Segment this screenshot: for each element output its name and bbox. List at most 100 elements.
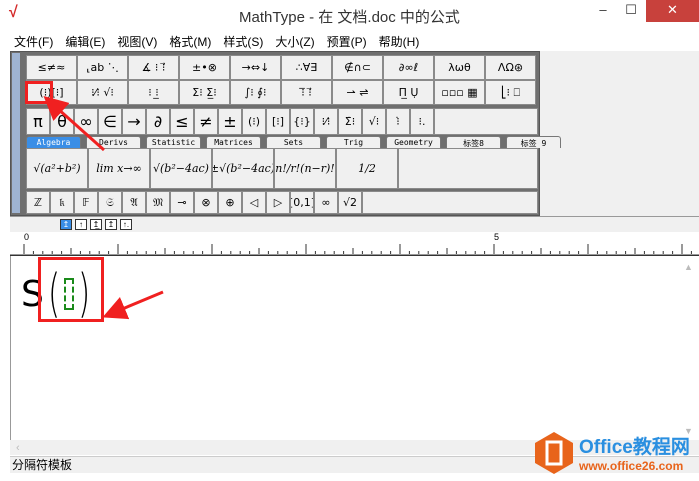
symbol-button[interactable]: → xyxy=(122,108,146,135)
nudge-button[interactable]: ↑ xyxy=(75,219,87,230)
symbol-palette-button[interactable]: ≤≠≈ xyxy=(26,55,77,80)
vertical-scrollbar[interactable]: ▲ ▼ xyxy=(680,258,697,440)
menu-size[interactable]: 大小(Z) xyxy=(269,31,320,51)
symbol-button[interactable]: π xyxy=(26,108,50,135)
nudge-bar: ↥ ↑ ↥̲ ↥ ↑. xyxy=(10,216,699,232)
small-symbol-button[interactable]: 𝔽 xyxy=(74,191,98,214)
nudge-button[interactable]: ↥ xyxy=(105,219,117,230)
symbol-palette-button[interactable]: ∂∞ℓ xyxy=(383,55,434,80)
nudge-button[interactable]: ↥̲ xyxy=(90,219,102,230)
small-symbol-button[interactable]: 𝔄 xyxy=(122,191,146,214)
symbol-button[interactable]: ⁝̇ xyxy=(386,108,410,135)
template-button[interactable]: n!/r!(n−r)! xyxy=(274,148,336,189)
tab-3[interactable]: Matrices xyxy=(206,136,261,148)
symbol-button[interactable]: ± xyxy=(218,108,242,135)
symbol-palette-button[interactable]: ∉∩⊂ xyxy=(332,55,383,80)
close-button[interactable]: ✕ xyxy=(646,0,699,22)
menu-file[interactable]: 文件(F) xyxy=(8,31,59,51)
maximize-button[interactable]: ☐ xyxy=(616,0,646,22)
symbol-button[interactable]: (⁝) xyxy=(242,108,266,135)
symbol-bar-empty xyxy=(434,108,538,135)
symbol-palette-button[interactable]: ∴∀∃ xyxy=(281,55,332,80)
template-palette-row: (⁝)[⁝] ⁝⁄⁝ √⁝ ⁝ ⁝̲ Σ⁝ Σ̲⁝ ∫⁝ ∮⁝ ⁝̅ ⁝⃗ ⇀ ⇌ Π̲ Ụ ▫… xyxy=(26,80,536,105)
toolbar-background xyxy=(540,51,699,216)
template-bar-empty xyxy=(398,148,538,189)
symbol-button[interactable]: ∂ xyxy=(146,108,170,135)
watermark: Office教程网 www.office26.com xyxy=(533,430,698,475)
menu-edit[interactable]: 编辑(E) xyxy=(59,31,111,51)
small-symbol-button[interactable]: [0,1] xyxy=(290,191,314,214)
tab-8[interactable]: 标签 9 xyxy=(506,136,561,148)
annotation-highlight-equation xyxy=(38,257,104,322)
menu-view[interactable]: 视图(V) xyxy=(111,31,163,51)
small-symbol-button[interactable]: ▷ xyxy=(266,191,290,214)
small-symbol-button[interactable]: 𝔖 xyxy=(98,191,122,214)
menu-style[interactable]: 样式(S) xyxy=(217,31,269,51)
ruler[interactable]: 0 5 xyxy=(10,232,699,256)
tab-4[interactable]: Sets xyxy=(266,136,321,148)
nudge-button[interactable]: ↥ xyxy=(60,219,72,230)
tab-6[interactable]: Geometry xyxy=(386,136,441,148)
small-symbol-bar: ℤ𝔨 𝔽 𝔖 𝔄 𝔐 ⊸ ⊗ ⊕ ◁ ▷ [0,1] ∞ √2 xyxy=(26,191,538,214)
template-palette-button[interactable]: ▫▫▫ ▦ xyxy=(434,80,485,105)
symbol-button[interactable]: ⁝. xyxy=(410,108,434,135)
symbol-palette-button[interactable]: →⇔↓ xyxy=(230,55,281,80)
toolbar-grip[interactable] xyxy=(12,53,20,213)
small-symbol-bar-empty xyxy=(362,191,538,214)
tab-2[interactable]: Statistic xyxy=(146,136,201,148)
small-symbol-button[interactable]: √2 xyxy=(338,191,362,214)
symbol-button[interactable]: θ xyxy=(50,108,74,135)
template-button[interactable]: (−b±√(b²−4ac))/2a xyxy=(212,148,274,189)
symbol-button[interactable]: ⁝⁄⁝ xyxy=(314,108,338,135)
template-palette-button[interactable]: ∫⁝ ∮⁝ xyxy=(230,80,281,105)
office-logo-icon xyxy=(535,431,573,474)
small-symbol-button[interactable]: ⊗ xyxy=(194,191,218,214)
template-palette-button[interactable]: ⁝⁄⁝ √⁝ xyxy=(77,80,128,105)
small-symbol-button[interactable]: ∞ xyxy=(314,191,338,214)
nudge-button[interactable]: ↑. xyxy=(120,219,132,230)
template-palette-button[interactable]: ⁝ ⁝̲ xyxy=(128,80,179,105)
template-palette-button[interactable]: Σ⁝ Σ̲⁝ xyxy=(179,80,230,105)
symbol-button[interactable]: [⁝] xyxy=(266,108,290,135)
small-symbol-button[interactable]: ⊸ xyxy=(170,191,194,214)
minimize-button[interactable]: – xyxy=(588,0,618,22)
symbol-palette-button[interactable]: λωθ xyxy=(434,55,485,80)
symbol-button[interactable]: √⁝ xyxy=(362,108,386,135)
template-button[interactable]: √(a²+b²) xyxy=(26,148,88,189)
template-palette-button[interactable]: ⎣⁝ ⎕ xyxy=(485,80,536,105)
small-symbol-button[interactable]: ◁ xyxy=(242,191,266,214)
equation-editor-area[interactable]: S ( ) xyxy=(10,256,699,440)
template-palette-button[interactable]: ⇀ ⇌ xyxy=(332,80,383,105)
menu-preferences[interactable]: 预置(P) xyxy=(321,31,373,51)
template-bar: √(a²+b²)lim x→∞√(b²−4ac)(−b±√(b²−4ac))/2… xyxy=(26,148,538,189)
symbol-bar: π θ ∞ ∈ → ∂ ≤ ≠ ± (⁝) [⁝] {⁝} ⁝⁄⁝ Σ̇⁝ √⁝ ⁝̇ ⁝. xyxy=(26,108,538,135)
small-symbol-button[interactable]: 𝔐 xyxy=(146,191,170,214)
watermark-url: www.office26.com xyxy=(579,459,684,473)
symbol-button[interactable]: ≠ xyxy=(194,108,218,135)
ruler-mark-0: 0 xyxy=(24,232,30,242)
symbol-palette-button[interactable]: ΛΩ⊛ xyxy=(485,55,536,80)
tab-0[interactable]: Algebra xyxy=(26,136,81,148)
symbol-button[interactable]: ≤ xyxy=(170,108,194,135)
symbol-button[interactable]: Σ̇⁝ xyxy=(338,108,362,135)
menu-format[interactable]: 格式(M) xyxy=(163,31,217,51)
symbol-button[interactable]: ∈ xyxy=(98,108,122,135)
template-palette-button[interactable]: Π̲ Ụ xyxy=(383,80,434,105)
symbol-palette-button[interactable]: ⸤ab ⋱ xyxy=(77,55,128,80)
menu-help[interactable]: 帮助(H) xyxy=(373,31,426,51)
symbol-button[interactable]: ∞ xyxy=(74,108,98,135)
small-symbol-button[interactable]: ℤ xyxy=(26,191,50,214)
tab-5[interactable]: Trig xyxy=(326,136,381,148)
template-button[interactable]: 1/2 xyxy=(336,148,398,189)
small-symbol-button[interactable]: ⊕ xyxy=(218,191,242,214)
watermark-brand: Office教程网 xyxy=(579,437,690,458)
template-palette-button[interactable]: ⁝̅ ⁝⃗ xyxy=(281,80,332,105)
template-button[interactable]: √(b²−4ac) xyxy=(150,148,212,189)
tab-1[interactable]: Derivs xyxy=(86,136,141,148)
template-button[interactable]: lim x→∞ xyxy=(88,148,150,189)
symbol-palette-button[interactable]: ∡ ⁝ ⁝⃗ xyxy=(128,55,179,80)
symbol-button[interactable]: {⁝} xyxy=(290,108,314,135)
small-symbol-button[interactable]: 𝔨 xyxy=(50,191,74,214)
tab-7[interactable]: 标签8 xyxy=(446,136,501,148)
symbol-palette-button[interactable]: ±•⊗ xyxy=(179,55,230,80)
